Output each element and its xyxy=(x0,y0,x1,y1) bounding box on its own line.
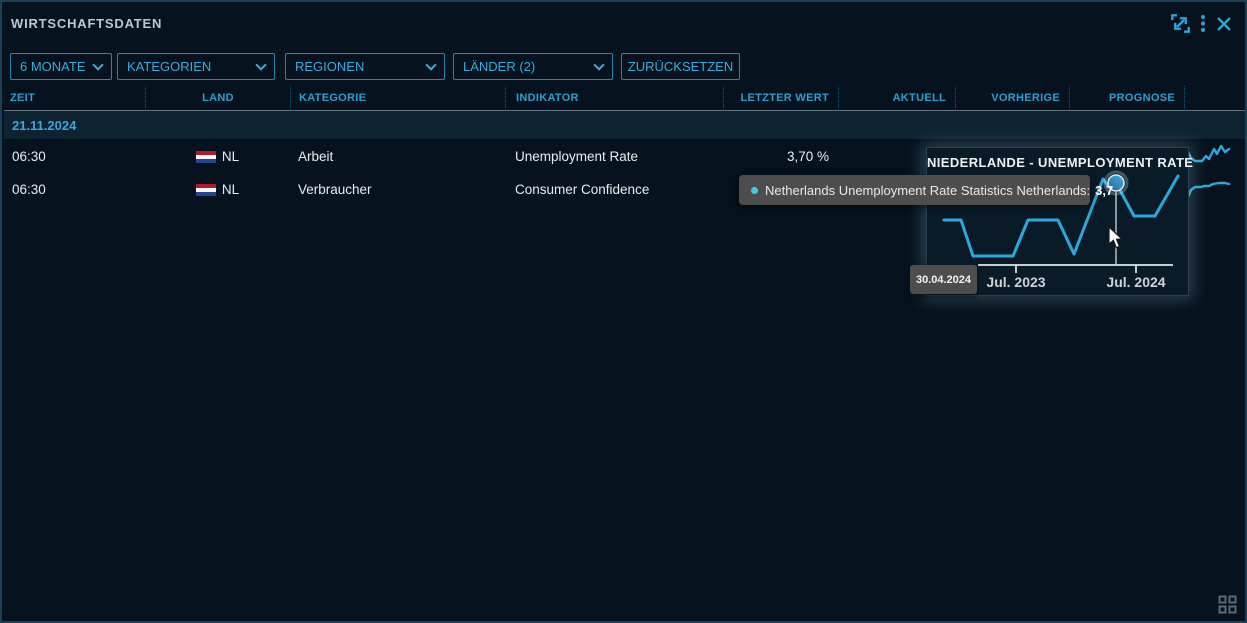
series-color-dot-icon xyxy=(751,187,758,194)
header-indikator[interactable]: INDIKATOR xyxy=(505,86,723,109)
chevron-down-icon xyxy=(92,59,103,70)
layout-grid-icon[interactable] xyxy=(1218,595,1237,614)
country-code: NL xyxy=(222,182,239,197)
x-tick-label: Jul. 2023 xyxy=(971,274,1061,290)
reset-button-label: ZURÜCKSETZEN xyxy=(628,59,733,74)
filter-bar: 6 MONATE KATEGORIEN REGIONEN LÄNDER (2) … xyxy=(2,53,1245,80)
header-prognose[interactable]: PROGNOSE xyxy=(1069,86,1184,109)
row-time: 06:30 xyxy=(4,173,145,206)
economic-data-window: WIRTSCHAFTSDATEN 6 MONATE KATEGORIEN xyxy=(0,0,1247,623)
row-indicator: Unemployment Rate xyxy=(505,140,723,173)
netherlands-flag-icon xyxy=(196,184,216,196)
row-last-value: 3,70 % xyxy=(723,140,838,173)
row-sparkline[interactable] xyxy=(1184,140,1247,173)
x-tick-label: Jul. 2024 xyxy=(1091,274,1181,290)
table-header-row: ZEIT LAND KATEGORIE INDIKATOR LETZTER WE… xyxy=(4,86,1247,109)
reset-button[interactable]: ZURÜCKSETZEN xyxy=(621,53,740,80)
chevron-down-icon xyxy=(593,59,604,70)
row-sparkline[interactable] xyxy=(1184,173,1247,206)
close-icon[interactable] xyxy=(1215,15,1233,33)
header-aktuell[interactable]: AKTUELL xyxy=(838,86,955,109)
hover-date-chip: 30.04.2024 xyxy=(910,265,977,294)
countries-dropdown[interactable]: LÄNDER (2) xyxy=(453,53,613,80)
date-group-row: 21.11.2024 xyxy=(4,110,1247,140)
header-vorherige[interactable]: VORHERIGE xyxy=(955,86,1069,109)
series-tooltip: Netherlands Unemployment Rate Statistics… xyxy=(739,175,1090,205)
netherlands-flag-icon xyxy=(196,151,216,163)
header-kategorie[interactable]: KATEGORIE xyxy=(290,86,505,109)
header-letzter-wert[interactable]: LETZTER WERT xyxy=(723,86,838,109)
row-country: NL xyxy=(145,173,290,206)
row-category: Verbraucher xyxy=(290,173,505,206)
popout-expand-icon[interactable] xyxy=(1170,13,1191,34)
mouse-cursor-icon xyxy=(1108,226,1126,250)
categories-dropdown-label: KATEGORIEN xyxy=(127,59,211,74)
regions-dropdown[interactable]: REGIONEN xyxy=(285,53,445,80)
series-tooltip-value: 3,7 xyxy=(1095,183,1113,198)
header-zeit[interactable]: ZEIT xyxy=(4,86,145,109)
timeframe-dropdown-label: 6 MONATE xyxy=(20,59,86,74)
row-country: NL xyxy=(145,140,290,173)
timeframe-dropdown[interactable]: 6 MONATE xyxy=(10,53,112,80)
row-category: Arbeit xyxy=(290,140,505,173)
window-title: WIRTSCHAFTSDATEN xyxy=(11,16,162,31)
countries-dropdown-label: LÄNDER (2) xyxy=(463,59,535,74)
chevron-down-icon xyxy=(255,59,266,70)
regions-dropdown-label: REGIONEN xyxy=(295,59,364,74)
categories-dropdown[interactable]: KATEGORIEN xyxy=(117,53,275,80)
titlebar-icons xyxy=(1170,13,1233,34)
header-sparkline-spacer xyxy=(1184,86,1247,109)
header-land[interactable]: LAND xyxy=(145,86,290,109)
row-indicator: Consumer Confidence xyxy=(505,173,723,206)
country-code: NL xyxy=(222,149,239,164)
series-tooltip-label: Netherlands Unemployment Rate Statistics… xyxy=(765,183,1090,198)
chevron-down-icon xyxy=(425,59,436,70)
kebab-menu-icon[interactable] xyxy=(1200,13,1206,34)
row-time: 06:30 xyxy=(4,140,145,173)
